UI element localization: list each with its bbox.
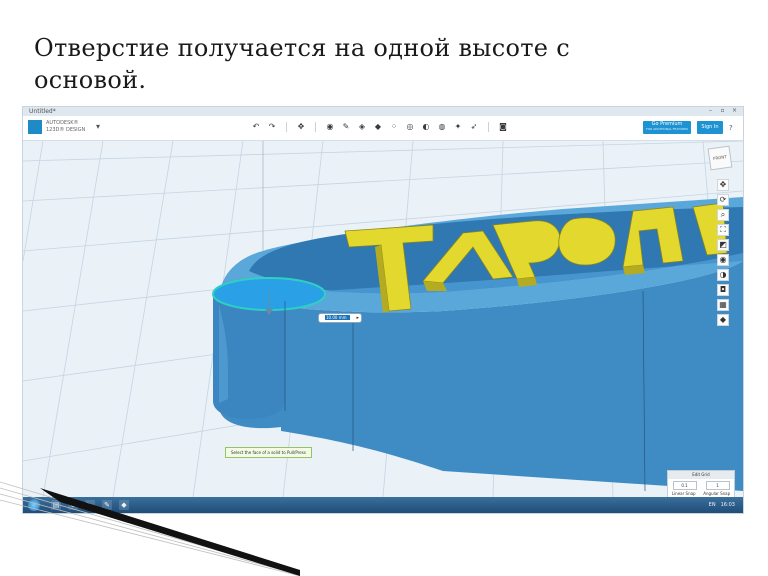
- sketch-icon[interactable]: ✎: [341, 122, 351, 132]
- main-toolbar: AUTODESK® 123D® DESIGN ▾ ↶ ↷ ✥ ◉ ✎ ◈ ◆ ⁘…: [23, 116, 743, 141]
- zoom-icon[interactable]: ⌕: [717, 209, 729, 221]
- help-icon[interactable]: ?: [729, 124, 733, 132]
- undo-icon[interactable]: ↶: [251, 122, 261, 132]
- edit-grid-title[interactable]: Edit Grid: [668, 471, 734, 479]
- window-controls: – ▫ ×: [706, 107, 739, 114]
- dimension-value[interactable]: 10.00 mm: [325, 315, 350, 320]
- material-icon[interactable]: ◙: [498, 122, 508, 132]
- 3d-viewport[interactable]: FRONT ✥ ⟳ ⌕ ⛶ ◩ ◉ ◑ ◘ ▦ ◆ 10.00 mm ▸ Sel…: [23, 141, 743, 500]
- linear-snap-input[interactable]: 0.1: [672, 481, 697, 490]
- angular-snap-input[interactable]: 1: [705, 481, 730, 490]
- combine-icon[interactable]: ◐: [421, 122, 431, 132]
- slide-title: Отверстие получается на одной высоте с о…: [34, 34, 570, 94]
- primitives-icon[interactable]: ◉: [325, 122, 335, 132]
- app-screenshot: Untitled* – ▫ × AUTODESK® 123D® DESIGN ▾…: [22, 106, 744, 514]
- decorative-diagonal-lines: [0, 481, 300, 576]
- tray-clock[interactable]: 16:03: [721, 499, 735, 511]
- fit-icon[interactable]: ⛶: [717, 224, 729, 236]
- hint-tooltip: Select the face of a solid to Pull/Press: [225, 447, 312, 458]
- linear-snap-label: Linear Snap: [671, 491, 696, 496]
- material-view-icon[interactable]: ◑: [717, 269, 729, 281]
- grid-icon[interactable]: ▦: [717, 299, 729, 311]
- snap-icon[interactable]: ➶: [469, 122, 479, 132]
- pan-icon[interactable]: ✥: [717, 179, 729, 191]
- go-premium-button[interactable]: Go Premium FOR ADDITIONAL FEATURES: [643, 121, 691, 134]
- viewcube[interactable]: FRONT: [707, 145, 733, 171]
- toolbar-tools: ↶ ↷ ✥ ◉ ✎ ◈ ◆ ⁘ ◎ ◐ ◍ ✦ ➶ ◙: [251, 122, 508, 132]
- measure-icon[interactable]: ◍: [437, 122, 447, 132]
- redo-icon[interactable]: ↷: [267, 122, 277, 132]
- toolbar-separator: [315, 122, 316, 132]
- transform-icon[interactable]: ✥: [296, 122, 306, 132]
- group-icon[interactable]: ◎: [405, 122, 415, 132]
- navigation-bar: ✥ ⟳ ⌕ ⛶ ◩ ◉ ◑ ◘ ▦ ◆: [717, 179, 729, 326]
- go-premium-sublabel: FOR ADDITIONAL FEATURES: [645, 127, 689, 131]
- app-logo-text: AUTODESK® 123D® DESIGN: [46, 120, 86, 133]
- settings-icon[interactable]: ◆: [717, 314, 729, 326]
- construct-icon[interactable]: ◈: [357, 122, 367, 132]
- orbit-icon[interactable]: ⟳: [717, 194, 729, 206]
- minimize-button[interactable]: –: [706, 107, 715, 114]
- system-tray: EN 16:03: [709, 499, 735, 511]
- modify-icon[interactable]: ◆: [373, 122, 383, 132]
- pattern-icon[interactable]: ⁘: [389, 122, 399, 132]
- edit-grid-panel: Edit Grid 0.1 1 Linear Snap Angular Snap: [667, 470, 735, 500]
- scene-svg: [23, 141, 743, 497]
- tray-language[interactable]: EN: [709, 499, 716, 511]
- perspective-icon[interactable]: ◩: [717, 239, 729, 251]
- camera-icon[interactable]: ◘: [717, 284, 729, 296]
- toolbar-separator: [286, 122, 287, 132]
- toolbar-separator: [488, 122, 489, 132]
- angular-snap-label: Angular Snap: [703, 491, 731, 496]
- app-menu-caret-icon[interactable]: ▾: [96, 122, 100, 131]
- window-title: Untitled*: [29, 108, 56, 115]
- sign-in-button[interactable]: Sign In: [697, 121, 723, 134]
- close-button[interactable]: ×: [730, 107, 739, 114]
- dimension-dropdown-icon[interactable]: ▸: [356, 314, 359, 322]
- text-icon[interactable]: ✦: [453, 122, 463, 132]
- visibility-icon[interactable]: ◉: [717, 254, 729, 266]
- maximize-button[interactable]: ▫: [718, 107, 727, 114]
- dimension-input[interactable]: 10.00 mm ▸: [318, 313, 362, 323]
- app-logo-icon[interactable]: [28, 120, 42, 134]
